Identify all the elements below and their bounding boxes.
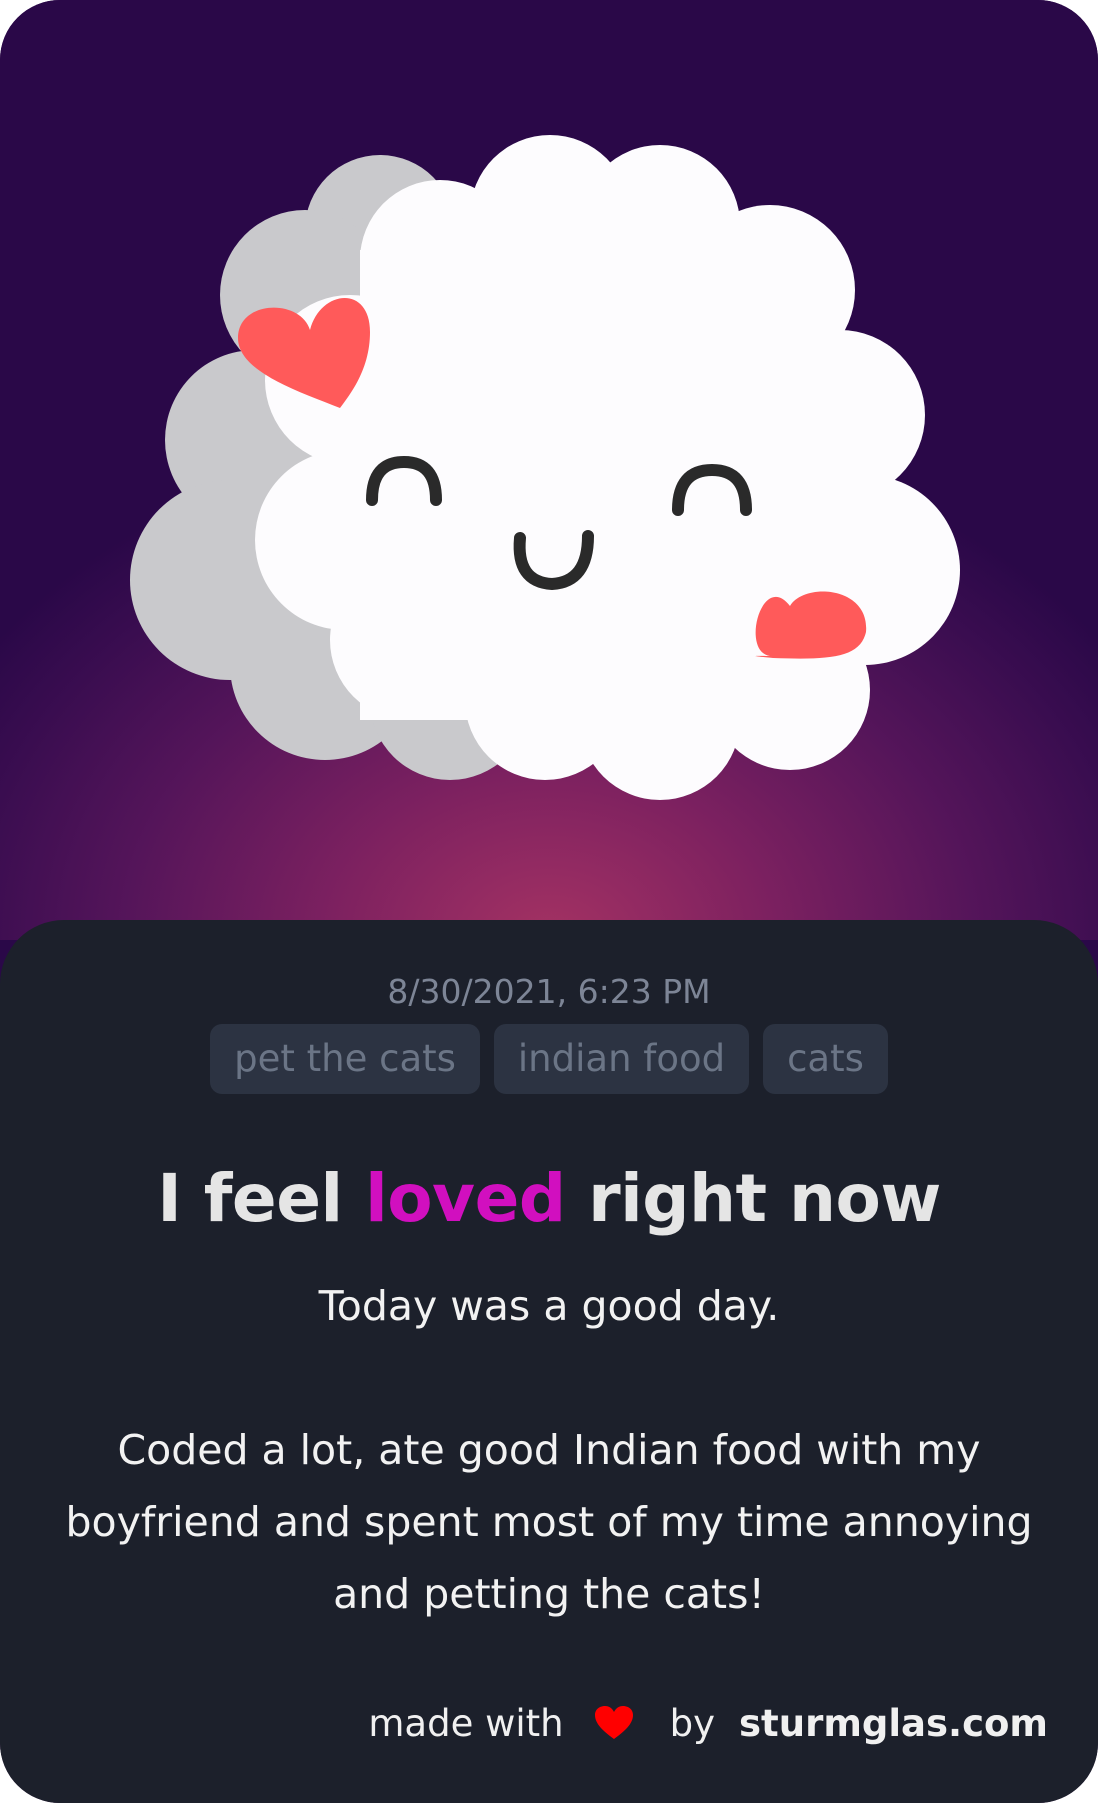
tag-list: pet the cats indian food cats	[0, 1024, 1098, 1094]
happy-cloud-with-hearts-icon	[130, 135, 960, 800]
tag-cats[interactable]: cats	[763, 1024, 888, 1094]
mood-illustration-area	[0, 0, 1098, 940]
tag-indian-food[interactable]: indian food	[493, 1024, 750, 1094]
mood-card: 8/30/2021, 6:23 PM pet the cats indian f…	[0, 0, 1098, 1803]
brand-link[interactable]: sturmglas.com	[739, 1702, 1048, 1745]
mood-headline: I feel loved right now	[0, 1160, 1098, 1237]
tag-pet-the-cats[interactable]: pet the cats	[210, 1024, 480, 1094]
mood-word: loved	[365, 1160, 566, 1237]
entry-body-paragraph2: Coded a lot, ate good Indian food with m…	[65, 1426, 1033, 1618]
entry-body-line1: Today was a good day.	[318, 1282, 780, 1330]
footer-credit: made with by sturmglas.com	[368, 1695, 1048, 1751]
heart-right-icon	[755, 591, 867, 659]
by-label: by	[669, 1701, 716, 1745]
headline-prefix: I feel	[157, 1160, 343, 1237]
headline-suffix: right now	[588, 1160, 941, 1237]
made-with-label: made with	[368, 1701, 564, 1745]
heart-icon	[594, 1706, 633, 1739]
entry-timestamp: 8/30/2021, 6:23 PM	[387, 972, 711, 1011]
entry-body: Today was a good day. Coded a lot, ate g…	[40, 1270, 1058, 1630]
